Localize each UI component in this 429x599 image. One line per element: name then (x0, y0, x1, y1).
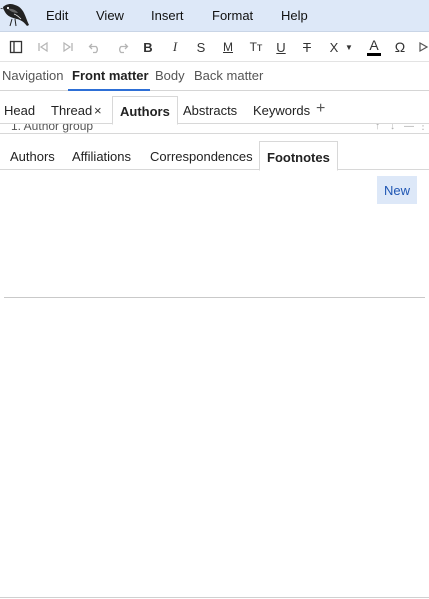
strikethrough-icon[interactable]: S (192, 38, 210, 56)
menu-help[interactable]: Help (281, 8, 308, 23)
menu-view[interactable]: View (96, 8, 124, 23)
toolbar: B I S M Tт U T X ▼ A Ω (0, 33, 429, 62)
move-up-icon[interactable]: ↑ (375, 124, 380, 132)
app-window: Edit View Insert Format Help B I S M Tт … (0, 0, 429, 599)
monospace-icon[interactable]: M (219, 38, 237, 56)
bold-icon[interactable]: B (139, 38, 157, 56)
text-color-swatch (367, 53, 381, 56)
strike-icon[interactable]: T (298, 38, 316, 56)
menubar: Edit View Insert Format Help (0, 0, 429, 32)
move-down-icon[interactable]: ↓ (390, 124, 395, 132)
tab-thread[interactable]: Thread (51, 103, 92, 118)
tab-affiliations[interactable]: Affiliations (72, 149, 131, 164)
tab-front-matter[interactable]: Front matter (72, 68, 149, 83)
author-group-header: 1. Author group ↑ ↓ — ⋮ (0, 124, 429, 134)
bird-logo-icon (0, 0, 30, 32)
tab-keywords[interactable]: Keywords (253, 103, 310, 118)
first-icon[interactable] (34, 38, 52, 56)
new-footnote-button[interactable]: New (377, 176, 417, 204)
tab-footnotes[interactable]: Footnotes (259, 141, 338, 171)
author-group-title: 1. Author group (11, 124, 94, 133)
close-thread-icon[interactable]: × (94, 103, 102, 118)
text-color-icon[interactable]: A (365, 38, 383, 56)
underline-icon[interactable]: U (272, 38, 290, 56)
panel-divider (4, 297, 425, 298)
options-icon[interactable]: ⋮ (418, 124, 428, 132)
bottom-border (0, 597, 429, 598)
tab-navigation[interactable]: Navigation (2, 68, 63, 83)
add-tab-icon[interactable]: + (316, 100, 325, 118)
undo-icon[interactable] (86, 38, 104, 56)
front-matter-tabs: Head Thread × Authors Abstracts Keywords… (0, 96, 429, 125)
active-tab-indicator (68, 89, 150, 91)
tab-correspondences[interactable]: Correspondences (150, 149, 253, 164)
italic-icon[interactable]: I (166, 38, 184, 56)
author-group-tabs: Authors Affiliations Correspondences Foo… (0, 141, 429, 171)
menu-format[interactable]: Format (212, 8, 253, 23)
section-nav: Navigation Front matter Body Back matter (0, 63, 429, 91)
tab-head[interactable]: Head (4, 103, 35, 118)
remove-icon[interactable]: — (404, 124, 414, 132)
redo-icon[interactable] (113, 38, 131, 56)
small-caps-icon[interactable]: Tт (245, 38, 267, 56)
clear-format-dropdown-icon[interactable]: ▼ (340, 38, 358, 56)
menu-insert[interactable]: Insert (151, 8, 184, 23)
tab-back-matter[interactable]: Back matter (194, 68, 263, 83)
tab-authors-list[interactable]: Authors (10, 149, 55, 164)
more-icon[interactable] (415, 38, 429, 56)
tab-authors[interactable]: Authors (112, 96, 178, 125)
text-color-letter: A (369, 37, 379, 53)
sidebar-toggle-icon[interactable] (7, 38, 25, 56)
last-icon[interactable] (59, 38, 77, 56)
tab-abstracts[interactable]: Abstracts (183, 103, 237, 118)
special-character-icon[interactable]: Ω (391, 38, 409, 56)
menu-edit[interactable]: Edit (46, 8, 68, 23)
tab-body[interactable]: Body (155, 68, 185, 83)
